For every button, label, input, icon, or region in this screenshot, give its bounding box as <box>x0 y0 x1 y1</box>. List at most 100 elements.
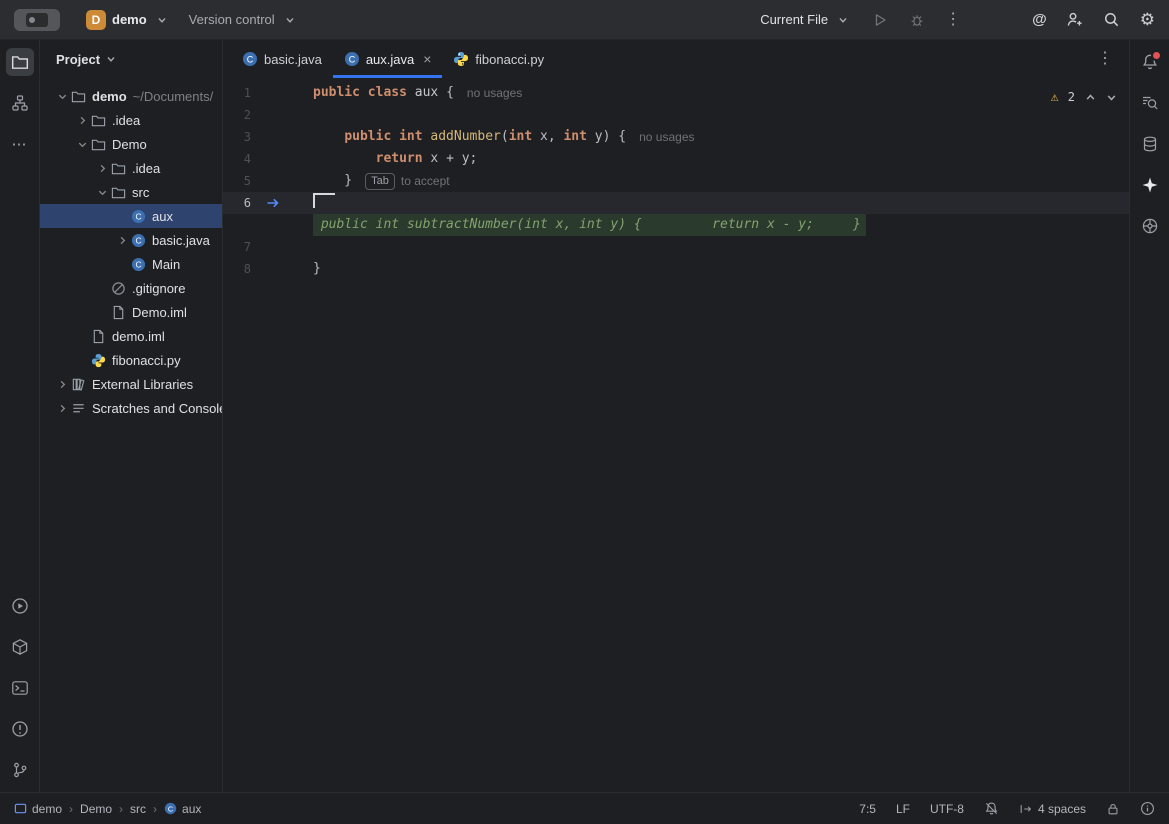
project-widget[interactable]: D demo <box>82 6 175 34</box>
indent-widget[interactable]: 4 spaces <box>1019 802 1086 816</box>
tree-item-fibonacci.py[interactable]: fibonacci.py <box>40 348 222 372</box>
tab-options-icon[interactable]: ⋮ <box>1097 51 1129 67</box>
breadcrumb-separator: › <box>116 802 126 816</box>
tree-item-aux[interactable]: Caux <box>40 204 222 228</box>
code-editor[interactable]: 1public class aux {no usages23 public in… <box>223 78 1129 792</box>
code-line[interactable]: 1public class aux {no usages <box>223 82 1129 104</box>
terminal-tool-button[interactable] <box>6 674 34 702</box>
chevron-down-icon[interactable] <box>54 88 70 104</box>
run-configuration-select[interactable]: Current File <box>760 11 852 29</box>
line-number: 5 <box>223 170 251 192</box>
info-icon[interactable] <box>1140 801 1155 816</box>
chevron-down-icon[interactable] <box>94 184 110 200</box>
project-tool-button[interactable] <box>6 48 34 76</box>
find-tool-button[interactable] <box>1136 89 1164 117</box>
chevron-down-icon <box>281 11 299 29</box>
notifications-muted-icon[interactable] <box>984 801 999 816</box>
inspections-widget[interactable]: ⚠ 2 <box>1051 86 1117 108</box>
breadcrumb-src[interactable]: src <box>130 802 146 816</box>
code-line[interactable]: 2 <box>223 104 1129 126</box>
structure-tool-button[interactable] <box>6 89 34 117</box>
usages-inlay-hint[interactable]: no usages <box>639 126 694 148</box>
chevron-right-icon[interactable] <box>54 376 70 392</box>
accept-hint-label: to accept <box>401 170 450 192</box>
ai-assistant-sparkle-icon[interactable] <box>1136 171 1164 199</box>
cursor-position-widget[interactable]: 7:5 <box>859 802 876 816</box>
chevron-right-icon[interactable] <box>54 400 70 416</box>
search-everywhere-icon[interactable] <box>1103 11 1121 29</box>
tree-item-.idea[interactable]: .idea <box>40 108 222 132</box>
ai-assistant-prompt-icon[interactable]: @ <box>1032 11 1047 28</box>
tree-item-src[interactable]: src <box>40 180 222 204</box>
tree-item-.gitignore[interactable]: .gitignore <box>40 276 222 300</box>
tree-item-main[interactable]: CMain <box>40 252 222 276</box>
code-line[interactable]: 3 public int addNumber(int x, int y) {no… <box>223 126 1129 148</box>
readonly-lock-icon[interactable] <box>1106 802 1120 816</box>
database-tool-button[interactable] <box>1136 130 1164 158</box>
code-line[interactable]: 7 <box>223 236 1129 258</box>
close-tab-icon[interactable]: × <box>423 51 431 67</box>
chevron-right-icon[interactable] <box>114 232 130 248</box>
run-tool-button[interactable] <box>6 592 34 620</box>
line-number: 7 <box>223 236 251 258</box>
tab-label: basic.java <box>264 52 322 67</box>
tree-item-basic.java[interactable]: Cbasic.java <box>40 228 222 252</box>
tree-item-.idea[interactable]: .idea <box>40 156 222 180</box>
more-tool-windows-button[interactable]: ⋯ <box>6 130 34 158</box>
packages-tool-button[interactable] <box>6 633 34 661</box>
code-with-me-icon[interactable] <box>1066 11 1084 29</box>
tree-item-path-hint: ~/Documents/ <box>133 89 214 104</box>
notifications-bell-icon[interactable] <box>1136 48 1164 76</box>
version-control-tool-button[interactable] <box>6 756 34 784</box>
code-line[interactable]: 8} <box>223 258 1129 280</box>
tree-item-demo[interactable]: demo~/Documents/ <box>40 84 222 108</box>
right-tool-stripe <box>1129 40 1169 792</box>
vcs-widget[interactable]: Version control <box>185 7 303 33</box>
previous-problem-icon[interactable] <box>1085 92 1096 103</box>
folder-icon <box>110 184 126 200</box>
tree-item-demo.iml[interactable]: Demo.iml <box>40 300 222 324</box>
code-line[interactable]: 4 return x + y; <box>223 148 1129 170</box>
tree-item-label: .idea <box>132 161 160 176</box>
tab-key-chip: Tab <box>365 173 395 190</box>
breadcrumb-demo[interactable]: Demo <box>80 802 112 816</box>
tab-aux-java[interactable]: C aux.java × <box>333 40 443 78</box>
services-tool-button[interactable] <box>1136 212 1164 240</box>
tree-item-demo[interactable]: Demo <box>40 132 222 156</box>
project-icon <box>14 802 27 815</box>
chevron-down-icon[interactable] <box>74 136 90 152</box>
code-line[interactable]: 5 } Tab to accept <box>223 170 1129 192</box>
folder-icon <box>90 112 106 128</box>
chevron-right-icon[interactable] <box>94 160 110 176</box>
code-text: } <box>313 170 352 192</box>
tab-label: fibonacci.py <box>475 52 544 67</box>
window-controls[interactable] <box>14 9 60 31</box>
tab-fibonacci-py[interactable]: fibonacci.py <box>442 40 555 78</box>
vcs-label: Version control <box>189 12 275 27</box>
breadcrumb-project[interactable]: demo <box>14 802 62 816</box>
problems-tool-button[interactable] <box>6 715 34 743</box>
chevron-down-icon <box>106 54 116 64</box>
folder-icon <box>110 160 126 176</box>
run-button[interactable] <box>871 11 889 29</box>
line-separator-widget[interactable]: LF <box>896 802 910 816</box>
tree-item-scratches-and-consoles[interactable]: Scratches and Consoles <box>40 396 222 420</box>
debug-button[interactable] <box>908 11 926 29</box>
more-actions-button[interactable]: ⋮ <box>945 12 961 28</box>
editor-gutter: 7 <box>223 236 313 258</box>
inline-completion-suggestion[interactable]: public int subtractNumber(int x, int y) … <box>223 214 1129 236</box>
code-line[interactable]: 6 <box>223 192 1129 214</box>
tree-item-label: Demo <box>112 137 147 152</box>
library-icon <box>70 376 86 392</box>
settings-gear-icon[interactable]: ⚙ <box>1140 10 1155 30</box>
chevron-right-icon[interactable] <box>74 112 90 128</box>
next-problem-icon[interactable] <box>1106 92 1117 103</box>
project-panel-header[interactable]: Project <box>40 40 222 78</box>
encoding-widget[interactable]: UTF-8 <box>930 802 964 816</box>
tree-item-demo.iml[interactable]: demo.iml <box>40 324 222 348</box>
breadcrumb-aux[interactable]: C aux <box>164 802 201 816</box>
tree-item-external-libraries[interactable]: External Libraries <box>40 372 222 396</box>
usages-inlay-hint[interactable]: no usages <box>467 82 522 104</box>
tab-basic-java[interactable]: C basic.java <box>231 40 333 78</box>
line-number: 2 <box>223 104 251 126</box>
